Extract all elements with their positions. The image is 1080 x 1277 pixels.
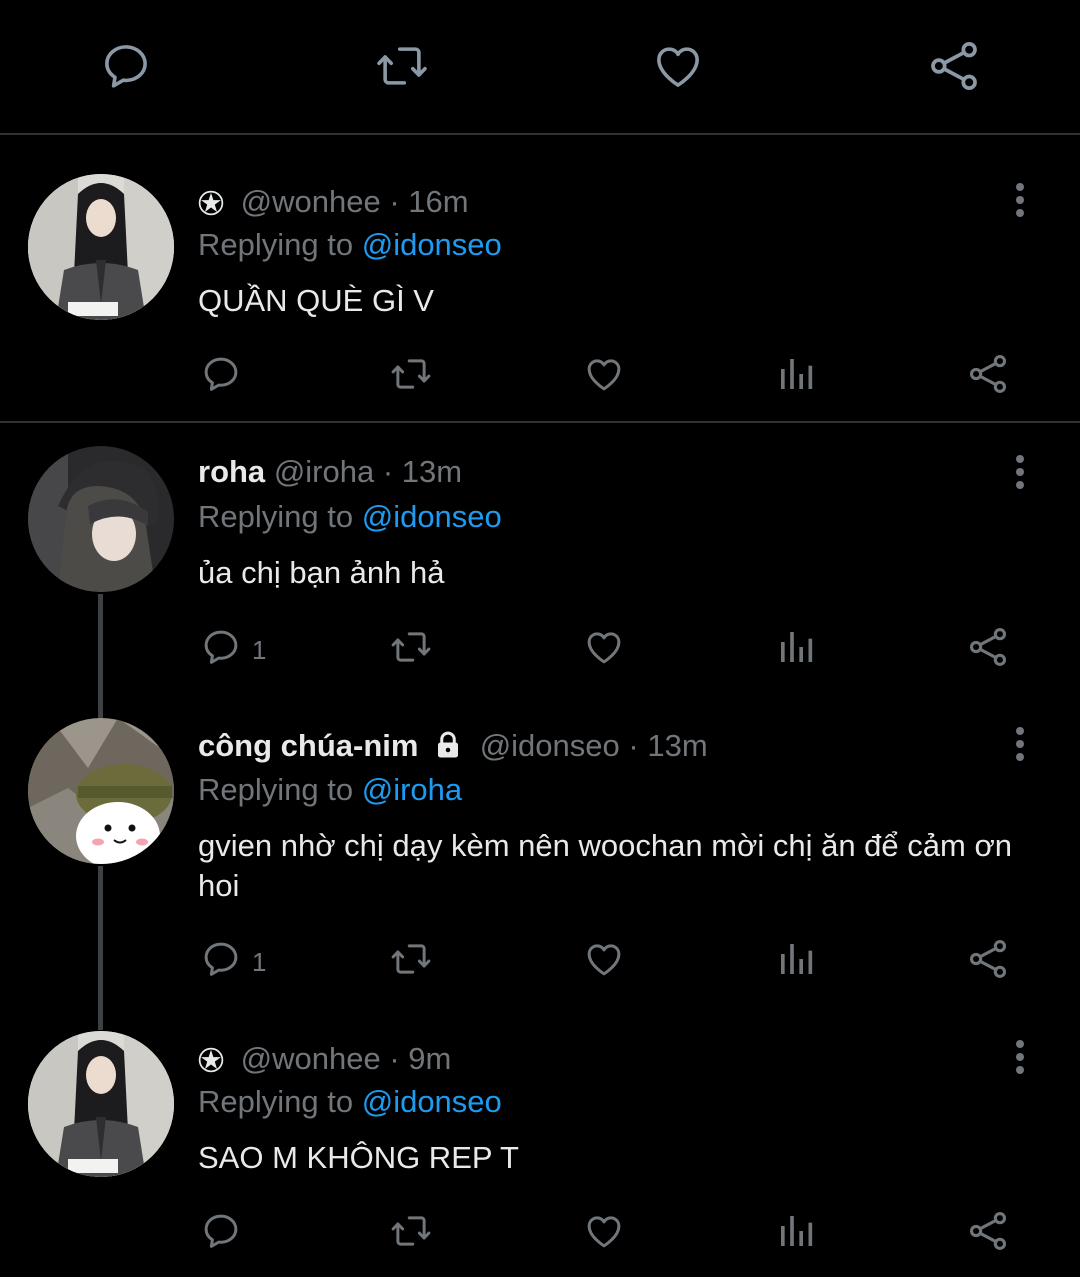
like-button[interactable]	[583, 352, 625, 402]
reply-button[interactable]	[200, 1209, 252, 1259]
retweet-button[interactable]	[387, 625, 435, 675]
replying-to-label: Replying to	[198, 499, 354, 534]
like-icon	[583, 353, 625, 402]
tweet-actions	[0, 1209, 1080, 1259]
retweet-icon	[387, 938, 435, 987]
retweet-button[interactable]	[387, 937, 435, 987]
timestamp[interactable]: 9m	[408, 1041, 451, 1076]
tweet-text: gvien nhờ chị dạy kèm nên woochan mời ch…	[198, 828, 1013, 903]
reply-icon[interactable]	[98, 38, 154, 94]
more-options-icon[interactable]	[1000, 1035, 1040, 1079]
analytics-icon	[776, 1210, 816, 1259]
divider	[0, 421, 1080, 423]
retweet-button[interactable]	[387, 1209, 435, 1259]
share-button[interactable]	[966, 352, 1010, 402]
separator: ·	[389, 184, 400, 219]
mention-link[interactable]: @idonseo	[362, 499, 502, 534]
divider	[0, 133, 1080, 135]
avatar[interactable]	[28, 446, 174, 592]
reply-count: 1	[252, 634, 267, 665]
share-icon[interactable]	[926, 38, 982, 94]
like-icon	[583, 626, 625, 675]
tweet-actions	[0, 352, 1080, 402]
display-name[interactable]: công chúa-nim	[198, 728, 418, 763]
replying-to-label: Replying to	[198, 772, 354, 807]
tweet-text: ủa chị bạn ảnh hả	[198, 555, 445, 590]
retweet-icon[interactable]	[374, 38, 430, 94]
analytics-button[interactable]	[776, 937, 816, 987]
separator: ·	[628, 728, 639, 763]
like-button[interactable]	[583, 625, 625, 675]
retweet-icon	[387, 626, 435, 675]
reply-icon	[200, 1210, 242, 1259]
like-icon	[583, 1210, 625, 1259]
top-action-bar	[0, 0, 1080, 134]
analytics-icon	[776, 626, 816, 675]
user-handle[interactable]: @wonhee	[241, 184, 381, 219]
tweet-text: QUẦN QUÈ GÌ V	[198, 283, 434, 318]
reply-button[interactable]: 1	[200, 625, 266, 675]
tweet-actions: 1	[0, 625, 1080, 675]
replying-to-label: Replying to	[198, 227, 354, 262]
share-icon	[966, 625, 1010, 676]
like-button[interactable]	[583, 1209, 625, 1259]
like-icon[interactable]	[650, 38, 706, 94]
timestamp[interactable]: 16m	[408, 184, 468, 219]
pentagram-icon	[198, 1043, 224, 1083]
reply-count: 1	[252, 946, 267, 977]
avatar[interactable]	[28, 174, 174, 320]
display-name[interactable]: roha	[198, 454, 265, 489]
replying-to: Replying to @idonseo	[198, 497, 502, 537]
retweet-icon	[387, 353, 435, 402]
mention-link[interactable]: @iroha	[362, 772, 462, 807]
share-button[interactable]	[966, 1209, 1010, 1259]
tweet-header: @wonhee · 16m	[198, 182, 469, 226]
user-handle[interactable]: @wonhee	[241, 1041, 381, 1076]
like-icon	[583, 938, 625, 987]
avatar[interactable]	[28, 718, 174, 864]
more-options-icon[interactable]	[1000, 178, 1040, 222]
pentagram-icon	[198, 186, 224, 226]
analytics-button[interactable]	[776, 1209, 816, 1259]
share-icon	[966, 937, 1010, 988]
retweet-icon	[387, 1210, 435, 1259]
more-options-icon[interactable]	[1000, 722, 1040, 766]
timestamp[interactable]: 13m	[402, 454, 462, 489]
tweet-text: SAO M KHÔNG REP T	[198, 1140, 519, 1175]
retweet-button[interactable]	[387, 352, 435, 402]
avatar[interactable]	[28, 1031, 174, 1177]
lock-icon	[433, 730, 463, 770]
analytics-icon	[776, 938, 816, 987]
mention-link[interactable]: @idonseo	[362, 227, 502, 262]
share-button[interactable]	[966, 625, 1010, 675]
like-button[interactable]	[583, 937, 625, 987]
reply-button[interactable]	[200, 352, 252, 402]
mention-link[interactable]: @idonseo	[362, 1084, 502, 1119]
share-button[interactable]	[966, 937, 1010, 987]
user-handle[interactable]: @idonseo	[480, 728, 620, 763]
analytics-icon	[776, 353, 816, 402]
analytics-button[interactable]	[776, 352, 816, 402]
analytics-button[interactable]	[776, 625, 816, 675]
reply-icon	[200, 626, 242, 675]
replying-to: Replying to @iroha	[198, 770, 462, 810]
share-icon	[966, 1209, 1010, 1260]
replying-to: Replying to @idonseo	[198, 225, 502, 265]
tweet-header: roha @iroha · 13m	[198, 452, 462, 492]
tweet-header: công chúa-nim @idonseo · 13m	[198, 726, 708, 770]
reply-button[interactable]: 1	[200, 937, 266, 987]
more-options-icon[interactable]	[1000, 450, 1040, 494]
separator: ·	[389, 1041, 400, 1076]
user-handle[interactable]: @iroha	[274, 454, 374, 489]
tweet-header: @wonhee · 9m	[198, 1039, 451, 1083]
tweet-actions: 1	[0, 937, 1080, 987]
replying-to: Replying to @idonseo	[198, 1082, 502, 1122]
replying-to-label: Replying to	[198, 1084, 354, 1119]
reply-icon	[200, 353, 242, 402]
separator: ·	[382, 454, 394, 489]
reply-icon	[200, 938, 242, 987]
share-icon	[966, 352, 1010, 403]
timestamp[interactable]: 13m	[647, 728, 707, 763]
